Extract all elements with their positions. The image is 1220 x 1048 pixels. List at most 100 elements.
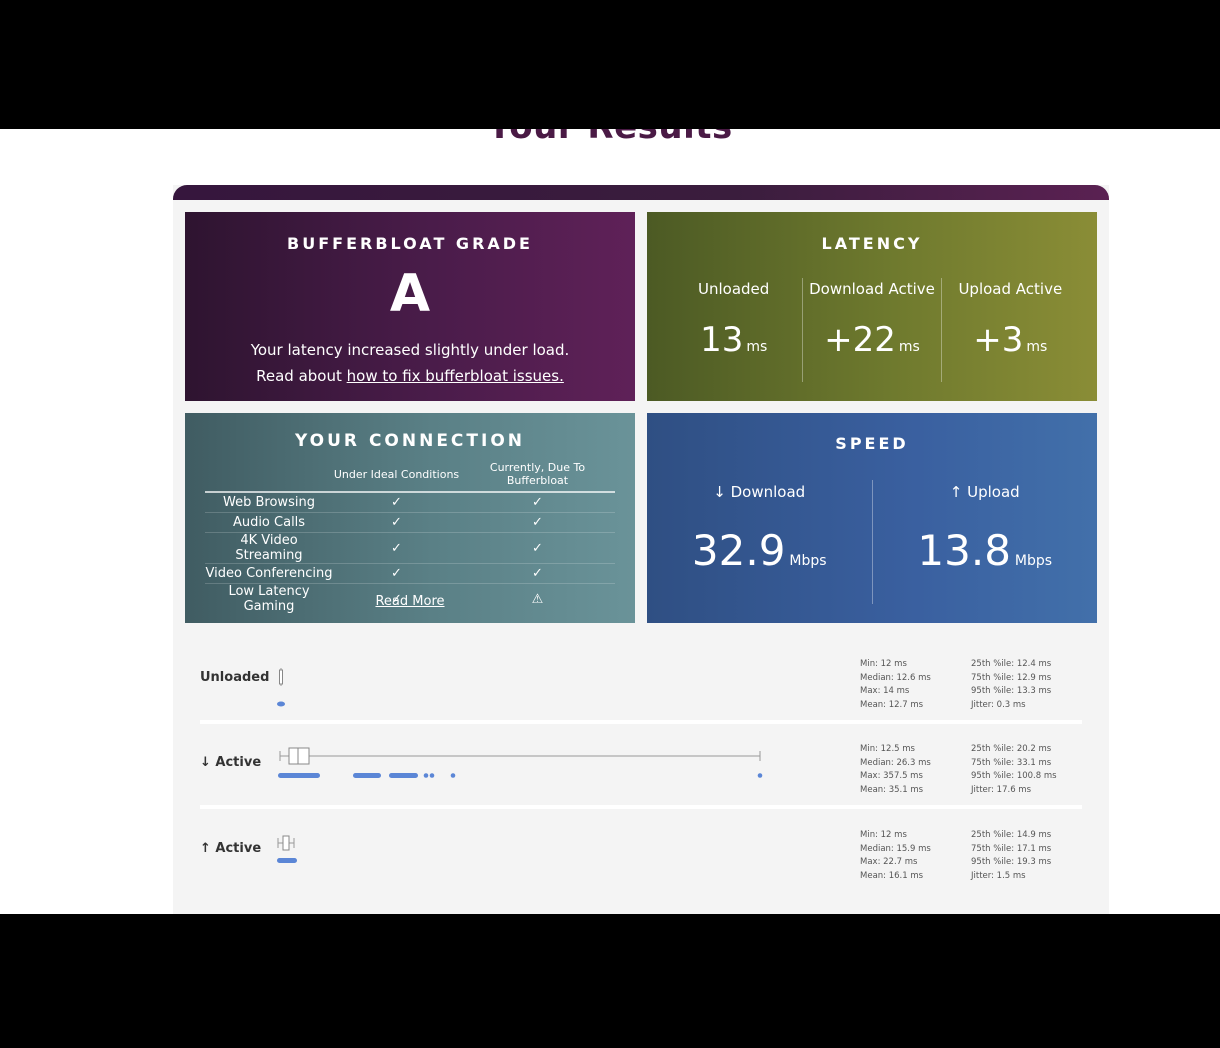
latency-upload-active: Upload Active +3 ms <box>940 278 1079 382</box>
latency-download-unit: ms <box>898 339 920 355</box>
stat: 95th %ile: 100.8 ms <box>971 771 1057 781</box>
stat: Jitter: 1.5 ms <box>971 870 1026 881</box>
download-value: 32.9 <box>691 526 786 575</box>
sample-dot <box>423 773 429 778</box>
stat: Min: 12.5 ms <box>860 744 915 754</box>
boxplot-box <box>279 669 283 685</box>
speed-card: SPEED ↓ Download 32.9 Mbps ↑ Upload 13.8 M… <box>647 413 1097 623</box>
check-icon: ✓ <box>333 563 460 584</box>
download-stats-left: Min: 12.5 ms Median: 26.3 ms Max: 357.5 … <box>860 743 931 797</box>
sample-dot <box>757 773 763 778</box>
connection-heading: YOUR CONNECTION <box>294 431 526 451</box>
stat: 75th %ile: 33.1 ms <box>971 757 1052 768</box>
grade-line2-prefix: Read about <box>256 367 347 385</box>
results-header-bar <box>173 185 1109 200</box>
unloaded-boxplot <box>277 668 285 707</box>
latency-download-active: Download Active +22 ms <box>802 278 940 382</box>
connection-table-header: Under Ideal Conditions Currently, Due To… <box>205 461 615 493</box>
latency-detail-unloaded: Unloaded Min: 12 ms Median: 12.6 ms Max:… <box>200 658 1082 738</box>
row-name: 4K Video Streaming <box>205 532 333 564</box>
grade-line1: Your latency increased slightly under lo… <box>250 341 570 359</box>
download-unit: Mbps <box>789 553 827 569</box>
stat: 25th %ile: 14.9 ms <box>971 830 1052 840</box>
speed-heading: SPEED <box>835 434 909 453</box>
check-icon: ✓ <box>460 512 615 533</box>
stat: Mean: 16.1 ms <box>860 870 924 881</box>
latency-detail-upload-active: ↑ Active Min: 12 ms Median: 15.9 ms Max:… <box>200 829 1082 909</box>
upload-stats-right: 25th %ile: 14.9 ms 75th %ile: 17.1 ms 95… <box>971 829 1051 883</box>
results-panel: BUFFERBLOAT GRADE A Your latency increas… <box>173 185 1109 914</box>
latency-heading: LATENCY <box>821 234 923 253</box>
grade-letter: A <box>389 264 431 324</box>
stat: 75th %ile: 17.1 ms <box>971 843 1052 854</box>
header-empty <box>205 461 333 493</box>
stat: 25th %ile: 20.2 ms <box>971 744 1052 754</box>
bufferbloat-grade-card: BUFFERBLOAT GRADE A Your latency increas… <box>185 212 635 401</box>
page-viewport: Your Results BUFFERBLOAT GRADE A Your la… <box>0 129 1220 914</box>
row-name: Web Browsing <box>205 492 333 513</box>
fix-bufferbloat-link[interactable]: how to fix bufferbloat issues. <box>347 367 564 385</box>
download-stats-right: 25th %ile: 20.2 ms 75th %ile: 33.1 ms 95… <box>971 743 1057 797</box>
upload-active-boxplot <box>277 835 297 863</box>
sample-dot <box>429 773 435 778</box>
sample-cluster <box>353 773 381 778</box>
upload-unit: Mbps <box>1014 553 1053 569</box>
row-name: Video Conferencing <box>205 563 333 584</box>
stat: Min: 12 ms <box>860 830 907 840</box>
check-icon: ✓ <box>460 532 615 564</box>
stat: Jitter: 0.3 ms <box>971 699 1026 710</box>
your-connection-card: YOUR CONNECTION Under Ideal Conditions C… <box>185 413 635 623</box>
row-name: Audio Calls <box>205 512 333 533</box>
check-icon: ✓ <box>460 492 615 513</box>
upload-label: ↑ Upload <box>949 483 1020 501</box>
latency-upload-unit: ms <box>1026 339 1048 355</box>
latency-unloaded-value: 13 <box>700 320 744 360</box>
speed-upload: ↑ Upload 13.8 Mbps <box>871 480 1098 604</box>
latency-unloaded-unit: ms <box>746 339 768 355</box>
stat: Mean: 35.1 ms <box>860 784 924 795</box>
boxplot-box <box>288 747 310 765</box>
latency-card: LATENCY Unloaded 13 ms Download Active +2… <box>647 212 1097 401</box>
speed-columns: ↓ Download 32.9 Mbps ↑ Upload 13.8 Mbps <box>647 480 1097 604</box>
latency-download-value-wrap: +22 ms <box>803 320 940 360</box>
stat: Max: 357.5 ms <box>860 771 923 781</box>
upload-value-wrap: 13.8 Mbps <box>873 526 1098 575</box>
upload-value: 13.8 <box>917 526 1011 575</box>
stat: Median: 26.3 ms <box>860 757 931 768</box>
stat: Min: 12 ms <box>860 659 907 669</box>
latency-detail-download-active: ↓ Active Min: 12.5 ms Median: 26.3 ms Ma… <box>200 743 1082 823</box>
boxplot-box <box>282 835 290 851</box>
stat: Max: 14 ms <box>860 686 910 696</box>
header-ideal: Under Ideal Conditions <box>333 461 460 493</box>
stat: 75th %ile: 12.9 ms <box>971 672 1052 683</box>
stat: Jitter: 17.6 ms <box>971 784 1032 795</box>
read-more-link[interactable]: Read More <box>375 594 444 609</box>
grade-line2: Read about how to fix bufferbloat issues… <box>185 363 635 389</box>
latency-download-value: +22 <box>824 320 896 360</box>
stat: Median: 15.9 ms <box>860 843 931 854</box>
table-row: Audio Calls ✓ ✓ <box>205 512 615 533</box>
stat: Median: 12.6 ms <box>860 672 931 683</box>
stat: 95th %ile: 19.3 ms <box>971 857 1052 867</box>
connection-table: Under Ideal Conditions Currently, Due To… <box>205 461 615 614</box>
header-current: Currently, Due To Bufferbloat <box>460 461 615 493</box>
latency-upload-label: Upload Active <box>958 280 1063 298</box>
stat: Mean: 12.7 ms <box>860 699 924 710</box>
unloaded-stats-left: Min: 12 ms Median: 12.6 ms Max: 14 ms Me… <box>860 658 931 712</box>
table-row: Video Conferencing ✓ ✓ <box>205 563 615 584</box>
latency-columns: Unloaded 13 ms Download Active +22 ms Uplo… <box>665 278 1079 382</box>
sample-cluster <box>277 858 297 863</box>
check-icon: ✓ <box>333 532 460 564</box>
read-more-wrap: Read More <box>185 594 635 609</box>
sample-cluster <box>278 773 320 778</box>
row-divider <box>200 720 1082 724</box>
stat: Max: 22.7 ms <box>860 857 918 867</box>
stat: 25th %ile: 12.4 ms <box>971 659 1052 669</box>
download-active-boxplot <box>278 747 763 778</box>
latency-upload-value: +3 <box>973 320 1024 360</box>
sample-dot <box>277 701 285 707</box>
download-label: ↓ Download <box>713 483 806 501</box>
latency-unloaded-label: Unloaded <box>698 280 770 298</box>
unloaded-stats-right: 25th %ile: 12.4 ms 75th %ile: 12.9 ms 95… <box>971 658 1051 712</box>
download-value-wrap: 32.9 Mbps <box>647 526 872 575</box>
